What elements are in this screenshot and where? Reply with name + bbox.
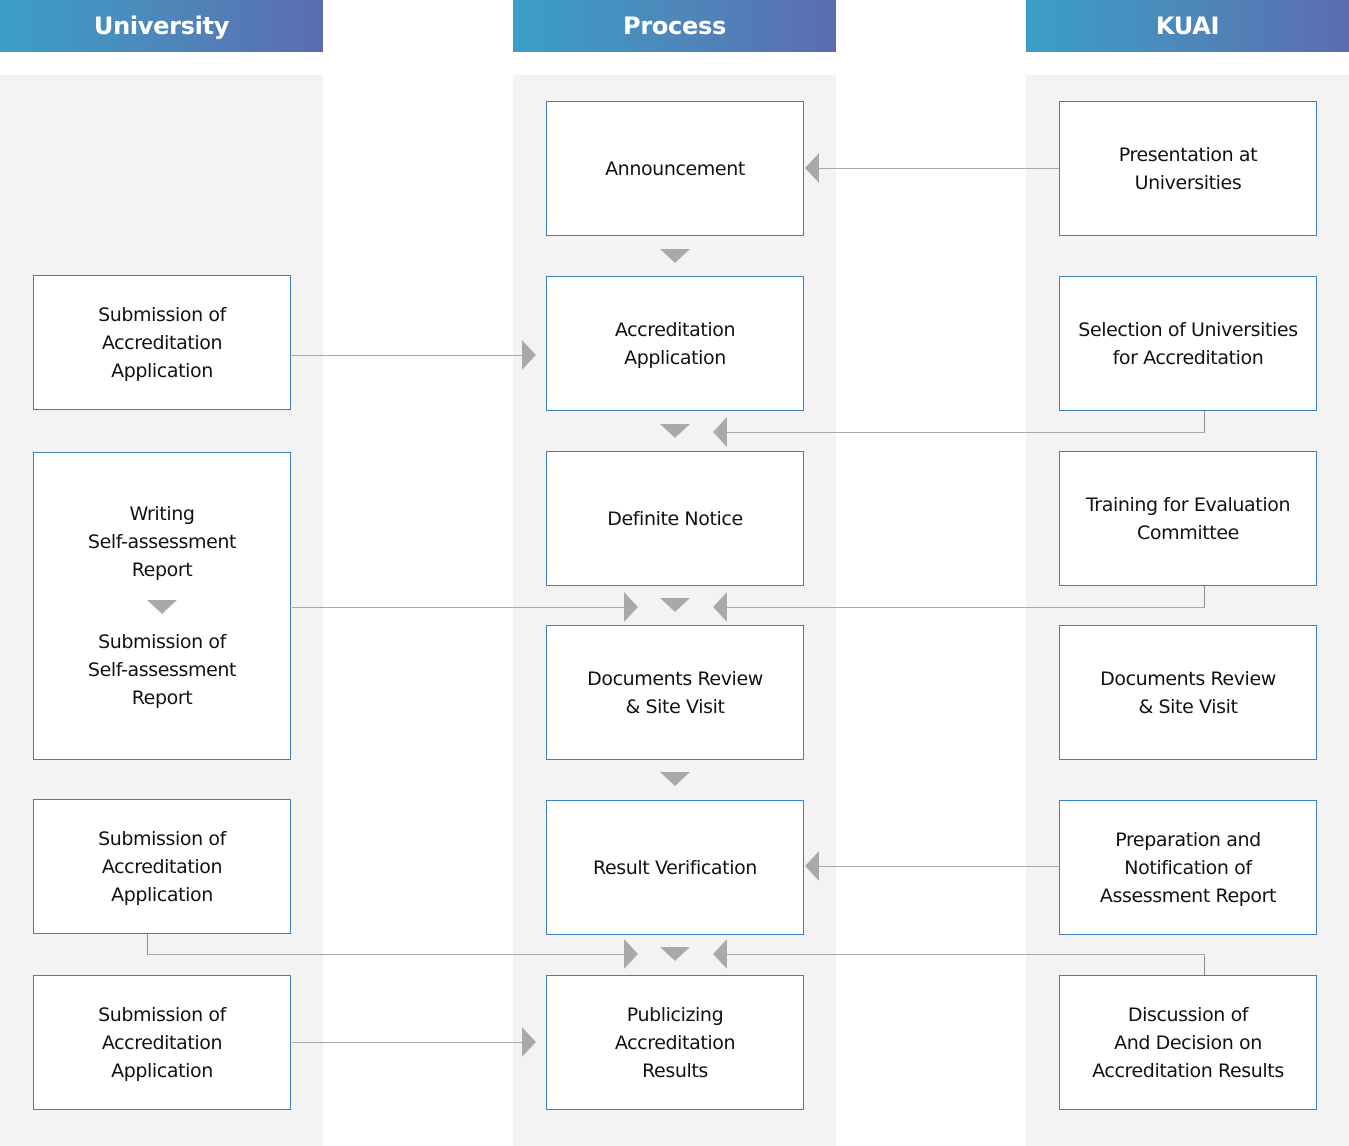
- column-header-process: Process: [513, 0, 836, 52]
- arrow-right-icon: [624, 592, 638, 622]
- step-label: Submission of Self-assessment Report: [87, 631, 237, 709]
- column-header-university: University: [0, 0, 323, 52]
- arrow-down-icon: [660, 424, 690, 438]
- step-label: Selection of Universities for Accreditat…: [1078, 318, 1298, 369]
- university-step-box: Submission of Accreditation Application: [33, 275, 291, 410]
- kuai-step-box: Documents Review & Site Visit: [1059, 625, 1317, 760]
- step-label: Submission of Accreditation Application: [98, 303, 226, 382]
- arrow-down-icon: [660, 249, 690, 263]
- arrow-left-icon: [805, 851, 819, 881]
- process-step-box: Announcement: [546, 101, 804, 236]
- process-step-box: Definite Notice: [546, 451, 804, 586]
- connector-line: [727, 432, 1205, 433]
- step-label: Submission of Accreditation Application: [98, 827, 226, 906]
- arrow-right-icon: [522, 1027, 536, 1057]
- connector-line: [1204, 954, 1205, 975]
- arrow-right-icon: [624, 939, 638, 969]
- connector-line: [147, 934, 148, 954]
- kuai-step-box: Training for Evaluation Committee: [1059, 451, 1317, 586]
- process-step-box: Accreditation Application: [546, 276, 804, 411]
- arrow-down-icon: [660, 772, 690, 786]
- step-label: Discussion of And Decision on Accreditat…: [1092, 1003, 1284, 1082]
- arrow-down-icon: [660, 598, 690, 612]
- step-label: Documents Review & Site Visit: [587, 667, 763, 718]
- step-label: Writing Self-assessment Report: [87, 503, 237, 581]
- arrow-left-icon: [713, 417, 727, 447]
- connector-line: [147, 954, 624, 955]
- connector-line: [1204, 411, 1205, 432]
- arrow-down-icon: [147, 600, 177, 614]
- arrow-right-icon: [522, 340, 536, 370]
- step-label: Definite Notice: [607, 507, 743, 530]
- university-step-box: Submission of Accreditation Application: [33, 975, 291, 1110]
- step-label: Presentation at Universities: [1118, 143, 1258, 194]
- arrow-left-icon: [805, 153, 819, 183]
- step-label: Publicizing Accreditation Results: [614, 1003, 736, 1082]
- arrow-left-icon: [713, 939, 727, 969]
- connector-line: [292, 607, 624, 608]
- column-header-kuai: KUAI: [1026, 0, 1349, 52]
- connector-line: [1204, 586, 1205, 607]
- process-step-box: Publicizing Accreditation Results: [546, 975, 804, 1110]
- university-step-box: Submission of Accreditation Application: [33, 799, 291, 934]
- step-label: Accreditation Application: [614, 318, 736, 369]
- connector-line: [292, 355, 522, 356]
- process-step-box: Documents Review & Site Visit: [546, 625, 804, 760]
- process-step-box: Result Verification: [546, 800, 804, 935]
- connector-line: [818, 866, 1059, 867]
- kuai-step-box: Selection of Universities for Accreditat…: [1059, 276, 1317, 411]
- arrow-down-icon: [660, 947, 690, 961]
- kuai-step-box: Discussion of And Decision on Accreditat…: [1059, 975, 1317, 1110]
- step-label: Preparation and Notification of Assessme…: [1099, 828, 1277, 907]
- connector-line: [727, 954, 1205, 955]
- step-label: Submission of Accreditation Application: [98, 1003, 226, 1082]
- kuai-step-box: Preparation and Notification of Assessme…: [1059, 800, 1317, 935]
- step-label: Announcement: [605, 157, 745, 180]
- step-label: Result Verification: [593, 856, 757, 879]
- connector-line: [292, 1042, 522, 1043]
- university-step-box: Writing Self-assessment Report Submissio…: [33, 452, 291, 760]
- step-label: Documents Review & Site Visit: [1100, 667, 1276, 718]
- kuai-step-box: Presentation at Universities: [1059, 101, 1317, 236]
- step-label: Training for Evaluation Committee: [1085, 493, 1291, 544]
- arrow-left-icon: [713, 592, 727, 622]
- connector-line: [818, 168, 1059, 169]
- connector-line: [727, 607, 1205, 608]
